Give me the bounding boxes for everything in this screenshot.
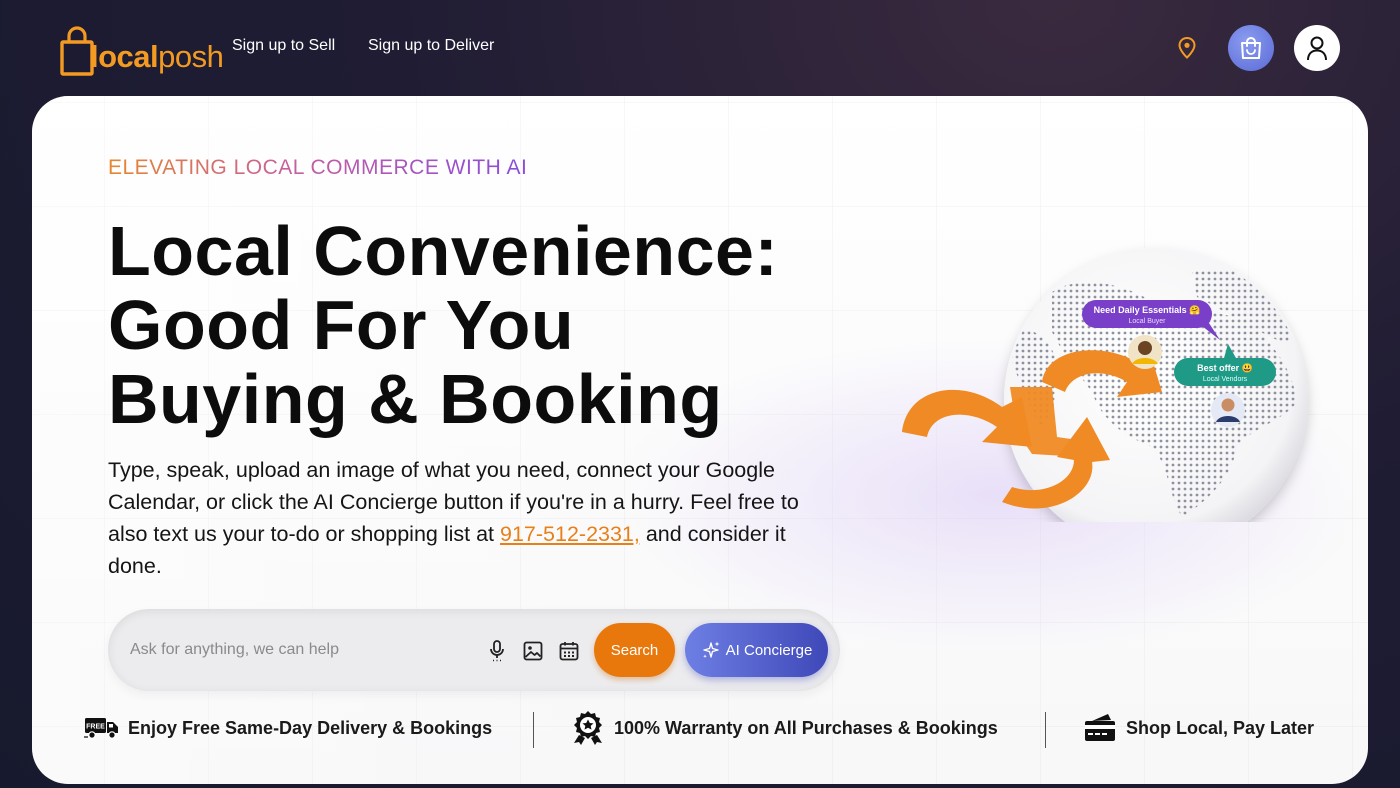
site-header: localposh Sign up to Sell Sign up to Del…: [0, 0, 1400, 96]
feature-warranty-text: 100% Warranty on All Purchases & Booking…: [614, 717, 998, 738]
warranty-award-icon: [574, 711, 602, 745]
svg-text:Best offer 😃: Best offer 😃: [1197, 363, 1253, 373]
sign-up-to-deliver-link[interactable]: Sign up to Deliver: [368, 37, 494, 55]
location-button[interactable]: [1172, 33, 1202, 63]
cart-button[interactable]: [1228, 25, 1274, 71]
feature-free-delivery: FREE Enjoy Free Same-Day Delivery & Book…: [84, 708, 492, 748]
headline-line-2: Good For You: [108, 286, 575, 364]
microphone-icon: [490, 640, 504, 662]
svg-text:FREE: FREE: [86, 724, 105, 731]
headline-line-1: Local Convenience:: [108, 212, 779, 290]
headline-line-3: Buying & Booking: [108, 360, 723, 438]
hero-headline: Local Convenience: Good For You Buying &…: [108, 214, 828, 436]
svg-text:Need Daily Essentials 🤗: Need Daily Essentials 🤗: [1094, 305, 1201, 315]
hero-description: Type, speak, upload an image of what you…: [108, 454, 838, 582]
hero-eyebrow: ELEVATING LOCAL COMMERCE WITH AI: [108, 156, 528, 179]
shopping-bag-icon: [1241, 37, 1261, 59]
logo-local: local: [90, 39, 159, 74]
credit-card-icon: [1085, 714, 1115, 741]
ai-concierge-button[interactable]: AI Concierge: [685, 623, 828, 677]
hero-card: ELEVATING LOCAL COMMERCE WITH AI Local C…: [32, 96, 1368, 784]
location-pin-icon: [1178, 37, 1196, 59]
search-button[interactable]: Search: [594, 623, 675, 677]
search-bar: Search AI Concierge: [108, 609, 840, 691]
calendar-icon: [559, 642, 579, 661]
voice-input-button[interactable]: [485, 639, 509, 663]
feature-strip: FREE Enjoy Free Same-Day Delivery & Book…: [32, 708, 1368, 756]
divider: [533, 712, 534, 748]
free-delivery-truck-icon: FREE: [84, 718, 118, 739]
brand-logo[interactable]: localposh: [60, 20, 224, 76]
logo-posh: posh: [158, 39, 224, 74]
search-input[interactable]: [130, 635, 470, 665]
shopping-bag-logo-icon: [60, 26, 94, 76]
user-icon: [1307, 36, 1327, 61]
svg-text:Local Vendors: Local Vendors: [1203, 376, 1248, 383]
image-upload-button[interactable]: [521, 639, 545, 663]
feature-warranty: 100% Warranty on All Purchases & Booking…: [570, 708, 998, 748]
account-button[interactable]: [1294, 25, 1340, 71]
logo-wordmark: localposh: [90, 39, 224, 74]
phone-link[interactable]: 917-512-2331,: [500, 522, 640, 546]
image-icon: [523, 641, 543, 661]
divider: [1045, 712, 1046, 748]
sparkles-icon: [702, 641, 720, 658]
svg-text:Local Buyer: Local Buyer: [1129, 318, 1167, 325]
feature-free-delivery-text: Enjoy Free Same-Day Delivery & Bookings: [128, 717, 493, 738]
hero-illustration: Need Daily Essentials 🤗 Local Buyer Best…: [852, 192, 1332, 552]
feature-pay-later-text: Shop Local, Pay Later: [1126, 717, 1315, 738]
calendar-connect-button[interactable]: [557, 639, 581, 663]
ai-concierge-label: AI Concierge: [725, 641, 813, 659]
globe-illustration-icon: Need Daily Essentials 🤗 Local Buyer Best…: [902, 248, 1308, 552]
feature-pay-later: Shop Local, Pay Later: [1084, 708, 1314, 748]
sign-up-to-sell-link[interactable]: Sign up to Sell: [232, 37, 335, 55]
